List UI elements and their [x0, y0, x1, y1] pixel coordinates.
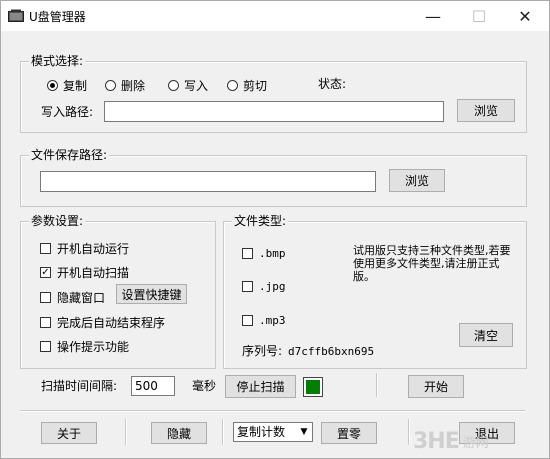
- trial-note: 试用版只支持三种文件类型,若要使用更多文件类型,请注册正式版。: [353, 244, 511, 283]
- bottom-divider: [20, 410, 525, 412]
- check-mp3-box[interactable]: [242, 315, 253, 326]
- check-autoscan[interactable]: ✓ 开机自动扫描: [40, 264, 129, 281]
- radio-cut-label: 剪切: [243, 79, 268, 93]
- check-jpg-label: .jpg: [259, 280, 286, 293]
- scan-interval-input[interactable]: [131, 376, 175, 396]
- radio-write-label: 写入: [184, 79, 209, 93]
- app-window: U盘管理器 — ☐ ✕ 模式选择: 复制 删除 写入 剪切 状态: 写入路径: …: [0, 0, 550, 459]
- check-autoscan-box[interactable]: ✓: [40, 267, 51, 278]
- check-bmp-box[interactable]: [242, 248, 253, 259]
- counter-select-value: 复制计数: [237, 425, 286, 439]
- write-path-browse-button[interactable]: 浏览: [457, 99, 515, 122]
- params-legend: 参数设置:: [29, 214, 86, 228]
- check-auto-exit-box[interactable]: [40, 317, 51, 328]
- radio-write[interactable]: 写入: [168, 77, 208, 94]
- filetype-legend: 文件类型:: [232, 214, 289, 228]
- radio-copy-label: 复制: [63, 79, 88, 93]
- check-hide-window[interactable]: 隐藏窗口: [40, 289, 105, 306]
- radio-delete-indicator[interactable]: [105, 80, 116, 91]
- check-hide-window-box[interactable]: [40, 292, 51, 303]
- stop-scan-button[interactable]: 停止扫描: [225, 375, 296, 398]
- check-jpg[interactable]: .jpg: [242, 280, 286, 293]
- separator: [408, 419, 410, 445]
- check-tips[interactable]: 操作提示功能: [40, 338, 129, 355]
- reset-counter-button[interactable]: 置零: [321, 422, 377, 444]
- check-bmp[interactable]: .bmp: [242, 247, 286, 260]
- minimize-button[interactable]: —: [410, 1, 456, 31]
- write-path-input[interactable]: [104, 101, 444, 122]
- serial-label: 序列号:: [242, 344, 283, 358]
- check-mp3-label: .mp3: [259, 314, 286, 327]
- title-bar: U盘管理器 — ☐ ✕: [1, 1, 549, 31]
- about-button[interactable]: 关于: [41, 422, 97, 444]
- watermark-logo: 3HE: [413, 428, 460, 454]
- save-path-input[interactable]: [40, 171, 376, 192]
- scan-interval-label: 扫描时间间隔:: [41, 379, 118, 393]
- watermark-text: 游网: [462, 435, 489, 451]
- counter-select[interactable]: 复制计数 ▼: [233, 422, 313, 442]
- check-tips-label: 操作提示功能: [57, 340, 130, 354]
- set-hotkey-button[interactable]: 设置快捷键: [116, 284, 187, 304]
- check-hide-window-label: 隐藏窗口: [57, 291, 106, 305]
- mode-group: 模式选择:: [20, 54, 527, 133]
- write-path-label: 写入路径:: [41, 105, 94, 119]
- scan-status-indicator: [304, 378, 322, 396]
- check-bmp-label: .bmp: [259, 247, 286, 260]
- save-path-legend: 文件保存路径:: [29, 148, 110, 162]
- check-tips-box[interactable]: [40, 341, 51, 352]
- radio-cut[interactable]: 剪切: [227, 77, 267, 94]
- clear-button[interactable]: 清空: [459, 323, 513, 347]
- radio-write-indicator[interactable]: [168, 80, 179, 91]
- mode-legend: 模式选择:: [29, 54, 86, 68]
- separator: [125, 419, 127, 445]
- check-autostart[interactable]: 开机自动运行: [40, 240, 129, 257]
- separator: [222, 419, 224, 445]
- check-auto-exit-label: 完成后自动结束程序: [57, 316, 166, 330]
- status-label: 状态:: [318, 77, 347, 91]
- separator: [376, 373, 378, 397]
- save-path-browse-button[interactable]: 浏览: [389, 169, 445, 192]
- window-title: U盘管理器: [29, 10, 86, 24]
- usb-drive-icon: [8, 9, 24, 22]
- chevron-down-icon[interactable]: ▼: [296, 423, 312, 441]
- scan-interval-unit: 毫秒: [192, 379, 217, 393]
- radio-cut-indicator[interactable]: [227, 80, 238, 91]
- check-autostart-box[interactable]: [40, 243, 51, 254]
- check-jpg-box[interactable]: [242, 281, 253, 292]
- hide-button[interactable]: 隐藏: [151, 422, 207, 444]
- start-button[interactable]: 开始: [408, 375, 464, 398]
- watermark: 3HE 游网: [413, 425, 548, 457]
- close-button[interactable]: ✕: [502, 1, 548, 31]
- serial-value: d7cffb6bxn695: [288, 345, 375, 358]
- check-mp3[interactable]: .mp3: [242, 314, 286, 327]
- radio-copy[interactable]: 复制: [47, 77, 87, 94]
- radio-delete-label: 删除: [121, 79, 146, 93]
- radio-copy-indicator[interactable]: [47, 80, 58, 91]
- check-auto-exit[interactable]: 完成后自动结束程序: [40, 314, 165, 331]
- check-autostart-label: 开机自动运行: [57, 242, 130, 256]
- check-autoscan-label: 开机自动扫描: [57, 266, 130, 280]
- maximize-button[interactable]: ☐: [456, 1, 502, 31]
- radio-delete[interactable]: 删除: [105, 77, 145, 94]
